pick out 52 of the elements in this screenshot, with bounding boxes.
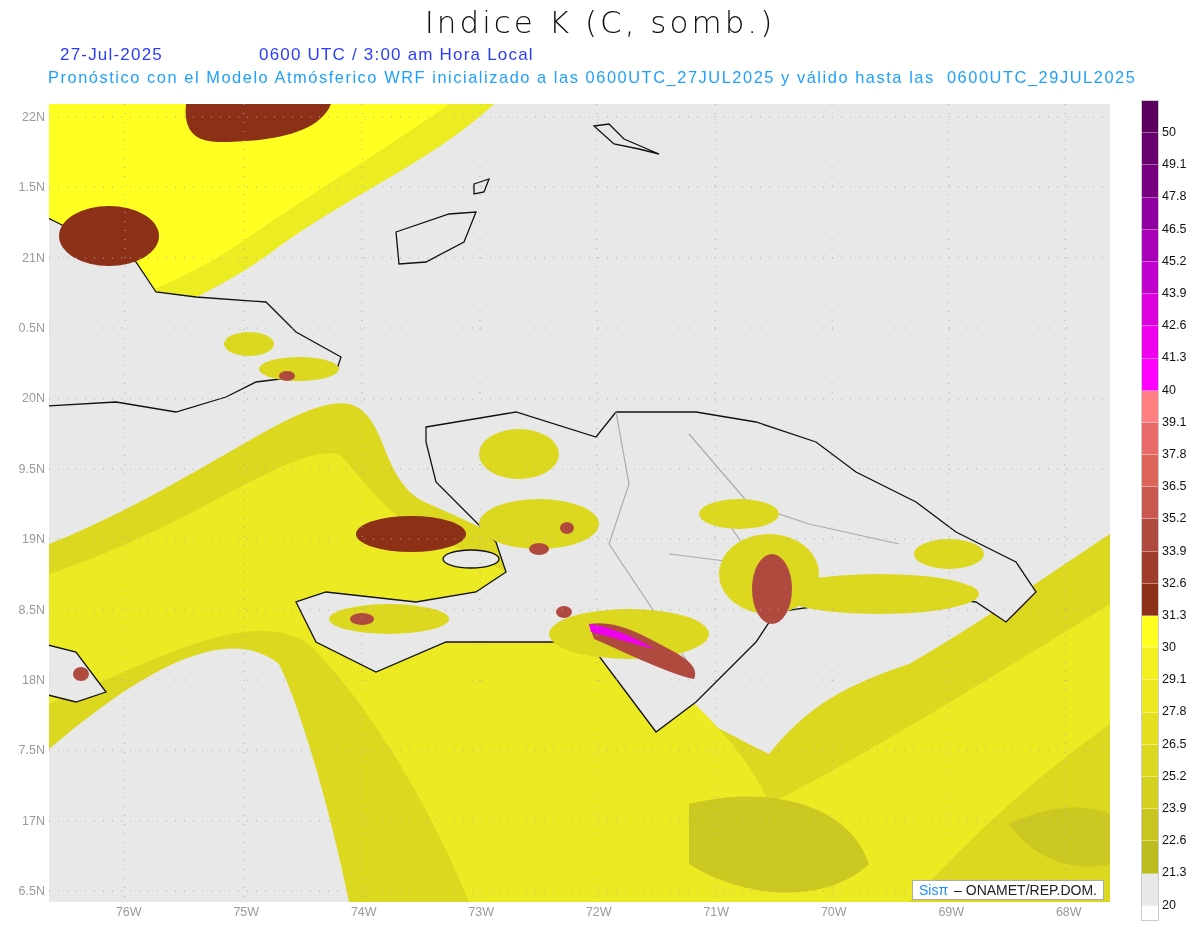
logo-text: Sisπ (919, 882, 949, 898)
scale-label: 45.2 (1162, 252, 1187, 270)
scale-label: 27.8 (1162, 703, 1187, 721)
latitude-label: 18N (21, 672, 45, 687)
latitude-label: 8.5N (17, 602, 45, 617)
latitude-label: 22N (21, 110, 45, 124)
scale-label: 29.1 (1162, 671, 1187, 689)
latitude-label: 1.5N (17, 180, 45, 195)
scale-label: 30 (1162, 639, 1177, 657)
latitude-label: 20N (21, 391, 45, 406)
latitude-label: 7.5N (17, 743, 45, 758)
latitude-label: 0.5N (17, 321, 45, 336)
scale-label: 31.3 (1162, 606, 1187, 624)
scale-label: 39.1 (1162, 413, 1187, 431)
scale-label: 21.3 (1162, 864, 1187, 882)
latitude-label: 6.5N (17, 883, 45, 898)
longitude-label: 74W (349, 905, 378, 919)
scale-label: 22.6 (1162, 832, 1187, 850)
scale-label: 33.9 (1162, 542, 1187, 560)
longitude-label: 69W (937, 905, 966, 919)
scale-label: 42.6 (1162, 317, 1187, 335)
scale-label: 37.8 (1162, 445, 1187, 463)
scale-label: 40 (1162, 381, 1177, 399)
scale-label: 43.9 (1162, 285, 1187, 303)
scale-label: 25.2 (1162, 767, 1187, 785)
longitude-label: 75W (232, 905, 261, 919)
forecast-date: 27-Jul-2025 (60, 45, 163, 65)
scale-label: 32.6 (1162, 574, 1187, 592)
longitude-label: 76W (114, 905, 143, 919)
scale-label: 35.2 (1162, 510, 1187, 528)
latitude-label: 17N (21, 813, 45, 828)
scale-label: 23.9 (1162, 800, 1187, 818)
scale-label: 47.8 (1162, 188, 1187, 206)
longitude-label: 73W (467, 905, 496, 919)
scale-label: 41.3 (1162, 349, 1187, 367)
scale-label: 46.5 (1162, 220, 1187, 238)
latitude-label: 19N (21, 532, 45, 547)
scale-label: 50 (1162, 124, 1177, 142)
longitude-label: 72W (584, 905, 613, 919)
forecast-time: 0600 UTC / 3:00 am Hora Local (259, 45, 534, 65)
latitude-label: 9.5N (17, 461, 45, 476)
longitude-label: 68W (1054, 905, 1083, 919)
scale-label: 49.1 (1162, 156, 1187, 174)
credit-text: – ONAMET/REP.DOM. (954, 882, 1097, 898)
latitude-label: 21N (21, 250, 45, 265)
scale-label: 20 (1162, 896, 1177, 914)
longitude-label: 71W (702, 905, 731, 919)
map-title: Indice K (C, somb.) (423, 3, 777, 42)
forecast-description: Pronóstico con el Modelo Atmósferico WRF inicializado a las 0600UTC_27JUL2025 y válido hasta las 0600UTC_29JUL2025 (47, 67, 1138, 88)
scale-label: 26.5 (1162, 735, 1187, 753)
scale-label: 36.5 (1162, 478, 1187, 496)
longitude-label: 70W (819, 905, 848, 919)
